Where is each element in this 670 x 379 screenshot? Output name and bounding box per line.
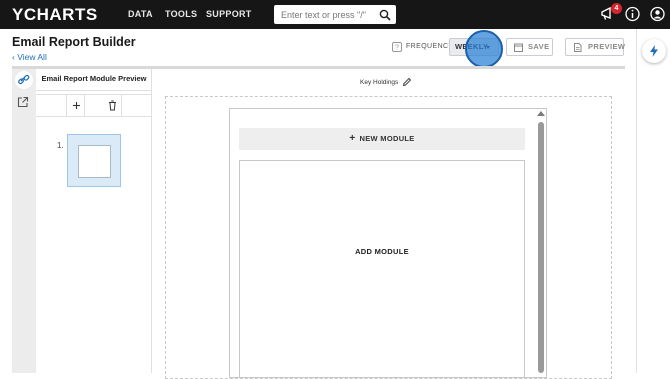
trash-icon <box>109 100 116 111</box>
add-module-button[interactable] <box>66 94 85 117</box>
save-button[interactable]: SAVE <box>506 38 553 56</box>
add-module-label: ADD MODULE <box>355 247 409 256</box>
page-title: Email Report Builder <box>12 35 136 49</box>
builder-side-rail <box>12 69 36 373</box>
preview-title: Key Holdings <box>360 79 399 86</box>
search-input[interactable] <box>274 5 378 24</box>
plus-icon: + <box>349 133 356 144</box>
view-all-label: View All <box>17 52 47 62</box>
link-module-button[interactable] <box>15 71 33 89</box>
info-icon[interactable] <box>624 5 641 23</box>
delete-module-button[interactable] <box>103 94 122 117</box>
ycharts-logo[interactable]: YCHARTS <box>12 6 98 24</box>
plus-icon <box>73 102 80 109</box>
quick-actions-button[interactable] <box>642 39 666 63</box>
module-toolbar <box>36 94 152 117</box>
preview-button[interactable]: PREVIEW <box>565 38 626 56</box>
nav-link-tools[interactable]: TOOLS <box>165 9 197 20</box>
search-icon[interactable] <box>379 9 391 21</box>
lightning-bolt-icon <box>650 45 658 57</box>
preview-label: PREVIEW <box>588 42 626 51</box>
nav-link-support[interactable]: SUPPORT <box>206 9 252 20</box>
module-preview-header: Email Report Module Preview <box>41 74 147 83</box>
scroll-up-arrow-icon[interactable] <box>537 111 545 116</box>
svg-text:?: ? <box>395 45 399 52</box>
pencil-icon[interactable] <box>402 77 412 87</box>
module-thumbnail[interactable] <box>67 134 121 187</box>
scrollbar-thumb[interactable] <box>538 122 544 373</box>
calendar-icon <box>514 43 523 52</box>
link-icon <box>18 74 30 85</box>
help-icon[interactable]: ? <box>392 42 402 52</box>
view-all-link[interactable]: ‹ View All <box>12 52 47 62</box>
module-index: 1. <box>57 141 64 150</box>
notification-badge: 4 <box>611 3 622 14</box>
module-thumbnail-page <box>78 145 111 178</box>
right-sidebar-divider <box>636 29 637 373</box>
user-account-icon[interactable] <box>649 5 666 23</box>
save-label: SAVE <box>528 42 550 51</box>
new-module-label: NEW MODULE <box>359 134 415 143</box>
chevron-left-icon: ‹ <box>12 52 15 62</box>
click-highlight <box>465 30 503 68</box>
panel-header-divider <box>36 90 152 91</box>
document-icon <box>574 43 582 52</box>
nav-link-data[interactable]: DATA <box>128 9 153 20</box>
new-module-button[interactable]: + NEW MODULE <box>239 128 525 150</box>
add-module-placeholder[interactable] <box>239 160 525 378</box>
external-link-icon[interactable] <box>17 96 29 108</box>
search-box <box>274 5 396 24</box>
